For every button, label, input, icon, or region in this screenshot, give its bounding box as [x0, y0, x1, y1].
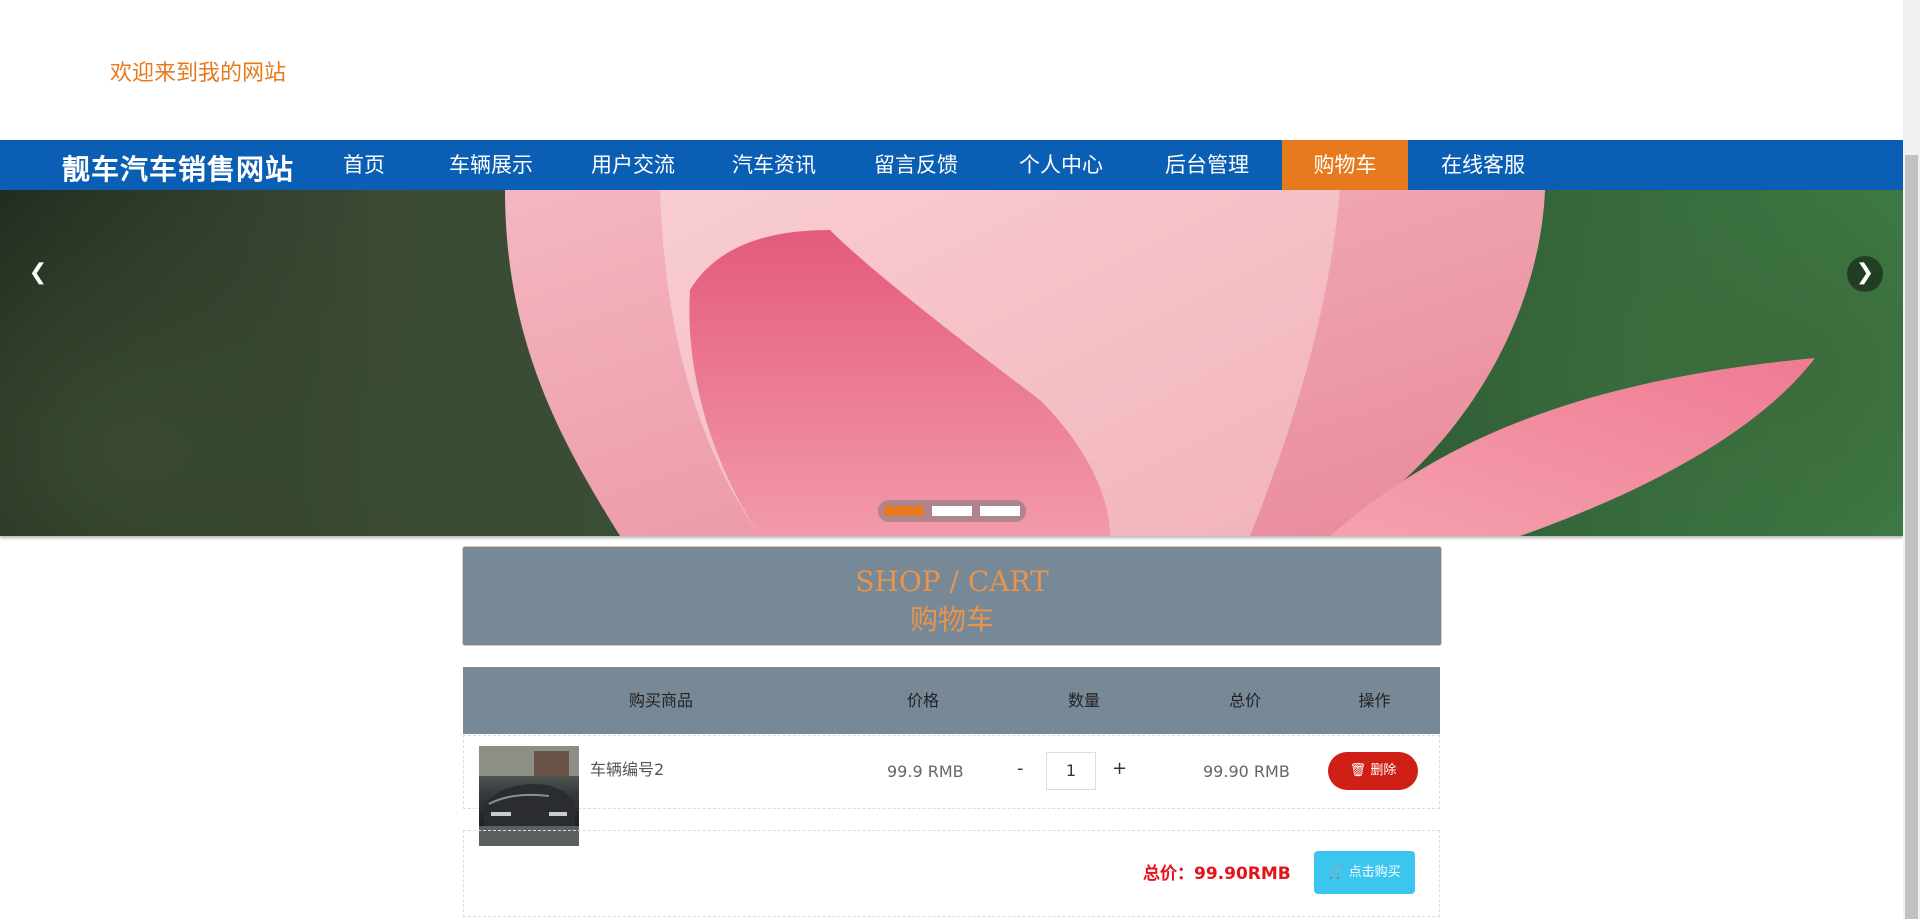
- column-header-subtotal: 总价: [1228, 691, 1261, 710]
- lotus-image: [505, 190, 1815, 536]
- column-header-quantity: 数量: [1067, 691, 1100, 710]
- welcome-text: 欢迎来到我的网站: [110, 61, 287, 86]
- nav-item-home[interactable]: 首页: [322, 140, 406, 190]
- trash-icon: 🗑: [1349, 763, 1367, 778]
- checkout-button[interactable]: 🛒 点击购买: [1314, 851, 1415, 894]
- cart-total: 总价：99.90RMB: [1143, 864, 1291, 884]
- product-subtotal: 99.90 RMB: [1203, 762, 1290, 781]
- hero-banner: ❮ ❯: [0, 190, 1903, 536]
- cart-title-cn: 购物车: [909, 603, 994, 636]
- nav-item-community[interactable]: 用户交流: [583, 140, 683, 190]
- nav-item-vehicles[interactable]: 车辆展示: [441, 140, 541, 190]
- quantity-decrease-button[interactable]: -: [1017, 758, 1024, 779]
- cart-table-header: 购买商品 价格 数量 总价 操作: [463, 667, 1440, 734]
- nav-item-cart[interactable]: 购物车: [1282, 140, 1408, 190]
- column-header-action: 操作: [1358, 691, 1391, 710]
- column-header-product: 购买商品: [628, 691, 693, 710]
- carousel-dot[interactable]: [932, 506, 972, 516]
- chevron-left-icon[interactable]: ❮: [20, 256, 56, 292]
- cart-icon: 🛒: [1328, 865, 1345, 880]
- delete-label: 删除: [1370, 763, 1397, 778]
- nav-item-feedback[interactable]: 留言反馈: [866, 140, 966, 190]
- product-name[interactable]: 车辆编号2: [590, 756, 664, 780]
- delete-button[interactable]: 🗑 删除: [1328, 752, 1418, 790]
- nav-item-profile[interactable]: 个人中心: [1011, 140, 1111, 190]
- scrollbar-thumb[interactable]: [1905, 155, 1918, 919]
- cart-title-en: SHOP / CART: [855, 565, 1049, 598]
- cart-title-panel: SHOP / CART 购物车: [462, 546, 1442, 646]
- carousel-dot[interactable]: [884, 506, 924, 516]
- main-navbar: 靓车汽车销售网站 首页 车辆展示 用户交流 汽车资讯 留言反馈 个人中心 后台管…: [0, 140, 1903, 190]
- quantity-input[interactable]: 1: [1046, 752, 1096, 790]
- checkout-label: 点击购买: [1348, 865, 1401, 880]
- carousel-dot[interactable]: [980, 506, 1020, 516]
- cart-summary: [463, 830, 1440, 917]
- chevron-right-icon[interactable]: ❯: [1847, 256, 1883, 292]
- site-brand[interactable]: 靓车汽车销售网站: [62, 148, 294, 188]
- carousel-indicators: [878, 500, 1026, 522]
- nav-item-news[interactable]: 汽车资讯: [724, 140, 824, 190]
- nav-item-support[interactable]: 在线客服: [1433, 140, 1533, 190]
- quantity-increase-button[interactable]: +: [1112, 758, 1127, 779]
- nav-item-admin[interactable]: 后台管理: [1157, 140, 1257, 190]
- column-header-price: 价格: [906, 691, 939, 710]
- product-price: 99.9 RMB: [887, 762, 964, 781]
